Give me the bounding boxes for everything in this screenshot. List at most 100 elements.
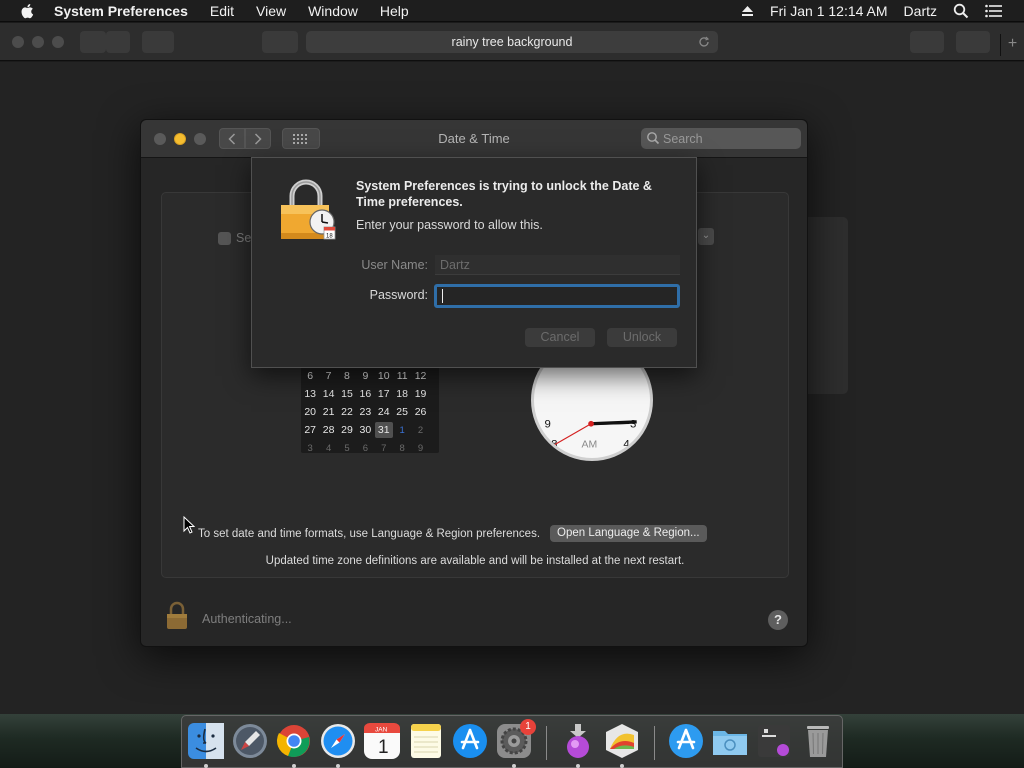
calendar-day-cell[interactable]: 6 xyxy=(301,370,319,382)
calendar-day-cell[interactable]: 15 xyxy=(338,388,356,400)
username-field[interactable]: Dartz xyxy=(435,255,680,275)
unlock-button[interactable]: Unlock xyxy=(607,328,677,347)
calendar-week-row: 6 7 8 9 10 11 12 xyxy=(301,367,439,385)
calendar-day: 1 xyxy=(378,737,389,758)
calendar-day-cell[interactable]: 26 xyxy=(411,406,429,418)
calendar-day-cell[interactable]: 13 xyxy=(301,388,319,400)
notification-badge: 1 xyxy=(520,719,536,735)
chrome-icon[interactable] xyxy=(276,723,312,759)
calendar-day-cell[interactable]: 29 xyxy=(338,424,356,436)
clock-number-5: 5 xyxy=(608,454,614,461)
search-icon xyxy=(647,132,660,145)
menu-edit[interactable]: Edit xyxy=(210,3,234,19)
calendar-day-cell[interactable]: 27 xyxy=(301,424,319,436)
menu-help[interactable]: Help xyxy=(380,3,409,19)
menu-app-name[interactable]: System Preferences xyxy=(54,3,188,19)
calendar-day-cell[interactable]: 12 xyxy=(411,370,429,382)
open-language-region-button[interactable]: Open Language & Region... xyxy=(550,525,707,542)
safari-zoom-button[interactable] xyxy=(52,36,64,48)
calendar-day-cell[interactable]: 20 xyxy=(301,406,319,418)
calendar-day-cell[interactable]: 11 xyxy=(393,370,411,382)
calendar-day-cell[interactable]: 24 xyxy=(375,406,393,418)
safari-back-button[interactable] xyxy=(80,31,106,53)
calendar-day-cell[interactable]: 30 xyxy=(356,424,374,436)
spotlight-search-icon[interactable] xyxy=(953,3,969,19)
calendar-day-cell[interactable]: 14 xyxy=(319,388,337,400)
menubar-user[interactable]: Dartz xyxy=(904,3,937,19)
calendar-grid[interactable]: 6 7 8 9 10 11 12 13 14 15 16 17 18 19 20 21 22 23 24 25 26 27… xyxy=(301,367,439,454)
svg-text:18: 18 xyxy=(326,234,333,240)
calendar-day-cell[interactable]: 17 xyxy=(375,388,393,400)
search-placeholder: Search xyxy=(663,131,703,146)
calendar-day-cell[interactable]: 1 xyxy=(393,425,411,436)
set-automatically-checkbox[interactable]: Se xyxy=(218,231,251,245)
menu-window[interactable]: Window xyxy=(308,3,358,19)
trash-icon[interactable] xyxy=(800,723,836,759)
app-store-icon[interactable] xyxy=(452,723,488,759)
safari-close-button[interactable] xyxy=(12,36,24,48)
calendar-icon[interactable]: JAN 1 xyxy=(364,723,400,759)
calendar-day-cell[interactable]: 19 xyxy=(411,388,429,400)
calendar-day-cell[interactable]: 21 xyxy=(319,406,337,418)
calendar-day-cell[interactable]: 18 xyxy=(393,388,411,400)
calendar-day-cell[interactable]: 16 xyxy=(356,388,374,400)
time-server-dropdown[interactable]: ⌄ xyxy=(698,228,714,245)
menu-view[interactable]: View xyxy=(256,3,286,19)
safari-minimize-button[interactable] xyxy=(32,36,44,48)
password-label: Password: xyxy=(369,288,428,302)
lock-icon[interactable] xyxy=(166,601,188,631)
search-input[interactable]: Search xyxy=(641,128,801,149)
calendar-day-cell[interactable]: 3 xyxy=(301,443,319,454)
finder-running-indicator xyxy=(204,764,208,768)
safari-forward-button[interactable] xyxy=(106,31,130,53)
grapher-icon[interactable] xyxy=(604,723,640,759)
calendar-day-cell[interactable]: 2 xyxy=(411,425,429,436)
help-button[interactable]: ? xyxy=(768,610,788,630)
checkbox-box[interactable] xyxy=(218,231,231,245)
finder-icon[interactable] xyxy=(188,723,224,759)
calendar-day-cell[interactable]: 23 xyxy=(356,406,374,418)
system-preferences-icon[interactable]: 1 xyxy=(496,719,536,759)
launchpad-icon[interactable] xyxy=(232,723,268,759)
formats-row: To set date and time formats, use Langua… xyxy=(198,525,707,542)
calendar-day-cell[interactable]: 5 xyxy=(338,443,356,454)
dock-separator xyxy=(654,726,655,760)
calendar-day-cell[interactable]: 6 xyxy=(356,443,374,454)
safari-reader-button[interactable] xyxy=(262,31,298,53)
safari-sidebar-button[interactable] xyxy=(142,31,174,53)
safari-share-button[interactable] xyxy=(910,31,944,53)
downloads-folder-icon[interactable] xyxy=(712,723,748,759)
dialog-title: System Preferences is trying to unlock t… xyxy=(356,179,652,209)
calendar-day-cell[interactable]: 9 xyxy=(411,443,429,454)
safari-new-tab-icon[interactable]: + xyxy=(1000,34,1024,56)
menubar-clock[interactable]: Fri Jan 1 12:14 AM xyxy=(770,3,888,19)
calendar-day-cell[interactable]: 7 xyxy=(319,370,337,382)
password-field[interactable] xyxy=(434,284,680,308)
safari-tabs-button[interactable] xyxy=(956,31,990,53)
calendar-day-cell[interactable]: 28 xyxy=(319,424,337,436)
calendar-day-cell[interactable]: 4 xyxy=(319,443,337,454)
calendar-day-cell[interactable]: 8 xyxy=(393,443,411,454)
notes-icon[interactable] xyxy=(408,723,444,759)
calendar-day-cell[interactable]: 25 xyxy=(393,406,411,418)
apple-menu-icon[interactable] xyxy=(19,2,37,20)
window-titlebar: Date & Time Search xyxy=(141,120,807,158)
utility-icon[interactable] xyxy=(756,723,792,759)
clock-center xyxy=(588,420,594,427)
safari-icon[interactable] xyxy=(320,723,356,759)
calendar-day-cell[interactable]: 22 xyxy=(338,406,356,418)
calendar-day-cell[interactable]: 31 xyxy=(374,422,393,438)
clock-number-7: 7 xyxy=(566,454,572,461)
calendar-day-cell[interactable]: 10 xyxy=(375,370,393,382)
calendar-day-cell[interactable]: 8 xyxy=(338,370,356,382)
eject-icon[interactable] xyxy=(741,5,754,17)
installer-icon[interactable] xyxy=(560,723,596,759)
reload-icon[interactable] xyxy=(696,34,712,50)
notification-center-icon[interactable] xyxy=(985,4,1002,18)
app-store-folder-icon[interactable] xyxy=(668,723,704,759)
clock-number-6: 6 xyxy=(586,459,592,461)
safari-address-field[interactable]: rainy tree background xyxy=(306,31,718,53)
calendar-day-cell[interactable]: 9 xyxy=(356,370,374,382)
cancel-button[interactable]: Cancel xyxy=(525,328,595,347)
calendar-day-cell[interactable]: 7 xyxy=(375,443,393,454)
